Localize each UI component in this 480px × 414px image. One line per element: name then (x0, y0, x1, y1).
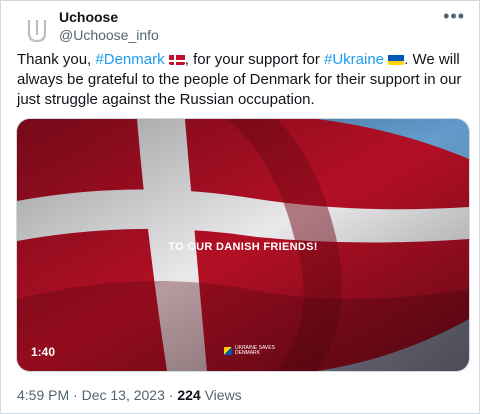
more-options-icon[interactable]: ••• (443, 6, 465, 27)
views-count: 224 (177, 387, 201, 403)
hashtag-ukraine[interactable]: #Ukraine (324, 51, 384, 68)
tweet-text: Thank you, #Denmark , for your support f… (17, 50, 469, 110)
video-player[interactable]: TO OUR DANISH FRIENDS! 1:40 UKRAINE SAVE… (16, 118, 470, 372)
denmark-flag-icon (168, 53, 185, 65)
author-handle[interactable]: @Uchoose_info (59, 27, 159, 43)
tweet-text-part: Thank you, (17, 51, 96, 68)
watermark-text: UKRAINE SAVES DENMARK (235, 345, 275, 356)
tweet-meta: 4:59 PM · Dec 13, 2023 · 224 Views (17, 387, 242, 403)
meta-separator: · (164, 387, 178, 403)
meta-separator: · (69, 387, 82, 403)
ukraine-saves-logo-icon (224, 347, 232, 355)
tweet-text-part: , for your support for (184, 51, 324, 68)
ukraine-flag-icon (388, 53, 405, 65)
hashtag-denmark[interactable]: #Denmark (95, 51, 164, 68)
tweet-date[interactable]: Dec 13, 2023 (82, 387, 165, 403)
video-duration: 1:40 (31, 345, 56, 359)
views-label: Views (200, 387, 242, 403)
video-overlay-text: TO OUR DANISH FRIENDS! (168, 241, 318, 253)
tweet-card: Uchoose @Uchoose_info ••• Thank you, #De… (0, 0, 480, 414)
avatar[interactable] (17, 11, 57, 51)
tweet-time[interactable]: 4:59 PM (17, 387, 69, 403)
video-watermark-logo: UKRAINE SAVES DENMARK (224, 346, 275, 356)
uchoose-logo-icon (27, 20, 47, 43)
author-name[interactable]: Uchoose (59, 9, 118, 25)
